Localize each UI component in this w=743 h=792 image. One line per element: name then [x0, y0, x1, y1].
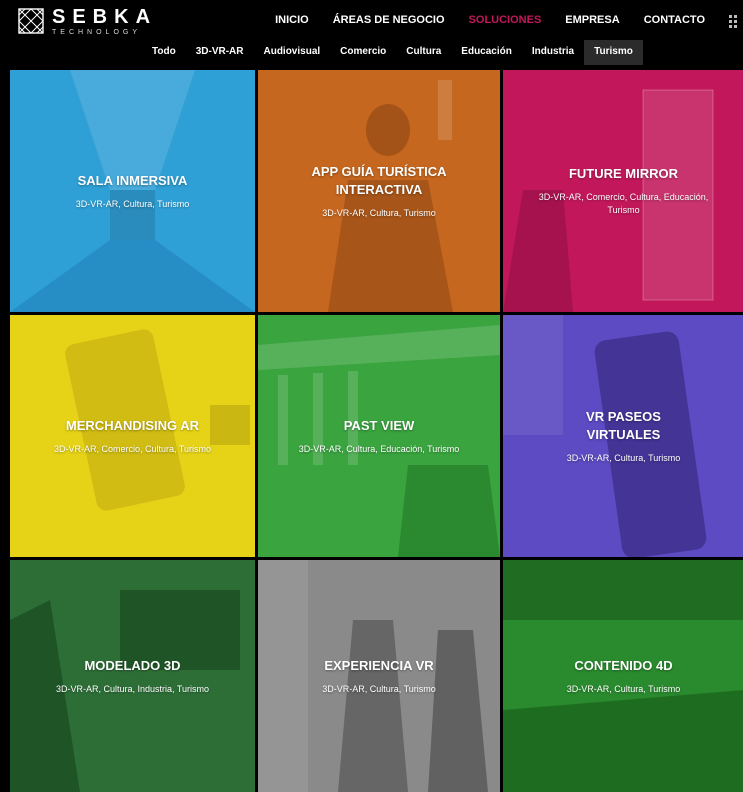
- tile-vr-paseos-virtuales[interactable]: VR PASEOS VIRTUALES 3D-VR-AR, Cultura, T…: [503, 315, 743, 557]
- menu-grid-icon[interactable]: [729, 15, 737, 28]
- tile-sala-inmersiva[interactable]: SALA INMERSIVA 3D-VR-AR, Cultura, Turism…: [10, 70, 255, 312]
- tile-contenido-4d[interactable]: CONTENIDO 4D 3D-VR-AR, Cultura, Turismo: [503, 560, 743, 792]
- tile-tags: 3D-VR-AR, Cultura, Educación, Turismo: [298, 443, 460, 454]
- filter-3d-vr-ar[interactable]: 3D-VR-AR: [186, 40, 254, 65]
- tile-modelado-3d[interactable]: MODELADO 3D 3D-VR-AR, Cultura, Industria…: [10, 560, 255, 792]
- tile-background: [10, 70, 255, 312]
- sebka-logo[interactable]: SEBKA TECHNOLOGY: [18, 6, 157, 36]
- tile-past-view[interactable]: PAST VIEW 3D-VR-AR, Cultura, Educación, …: [258, 315, 500, 557]
- top-navigation-bar: SEBKA TECHNOLOGY INICIO ÁREAS DE NEGOCIO…: [0, 0, 743, 40]
- filter-industria[interactable]: Industria: [522, 40, 584, 65]
- tile-tags: 3D-VR-AR, Cultura, Turismo: [566, 452, 681, 463]
- category-filter-bar: Todo 3D-VR-AR Audiovisual Comercio Cultu…: [0, 40, 743, 66]
- filter-cultura[interactable]: Cultura: [396, 40, 451, 65]
- tile-title: FUTURE MIRROR: [568, 166, 679, 181]
- tile-tags: 3D-VR-AR, Comercio, Cultura, Educación, …: [538, 192, 709, 215]
- main-menu: INICIO ÁREAS DE NEGOCIO SOLUCIONES EMPRE…: [275, 0, 743, 40]
- tile-background: [503, 560, 743, 792]
- filter-todo[interactable]: Todo: [142, 40, 186, 65]
- tile-title: APP GUÍA TURÍSTICA INTERACTIVA: [311, 163, 447, 197]
- tile-background: [258, 315, 500, 557]
- nav-soluciones[interactable]: SOLUCIONES: [469, 14, 542, 26]
- tile-tags: 3D-VR-AR, Cultura, Turismo: [322, 207, 436, 218]
- filter-turismo[interactable]: Turismo: [584, 40, 643, 65]
- solutions-grid: SALA INMERSIVA 3D-VR-AR, Cultura, Turism…: [10, 70, 743, 792]
- nav-inicio[interactable]: INICIO: [275, 14, 309, 26]
- tile-title: EXPERIENCIA VR: [324, 657, 434, 673]
- tile-app-guia-turistica[interactable]: APP GUÍA TURÍSTICA INTERACTIVA 3D-VR-AR,…: [258, 70, 500, 312]
- tile-title: CONTENIDO 4D: [574, 657, 673, 673]
- tile-title: MODELADO 3D: [84, 657, 181, 673]
- tile-tags: 3D-VR-AR, Cultura, Industria, Turismo: [55, 683, 210, 694]
- tile-title: SALA INMERSIVA: [77, 172, 188, 188]
- nav-contacto[interactable]: CONTACTO: [644, 14, 705, 26]
- logo-subtitle: TECHNOLOGY: [52, 28, 142, 36]
- logo-brand: SEBKA: [52, 5, 158, 28]
- tile-future-mirror[interactable]: FUTURE MIRROR 3D-VR-AR, Comercio, Cultur…: [503, 70, 743, 312]
- tile-background: [258, 560, 500, 792]
- tile-merchandising-ar[interactable]: MERCHANDISING AR 3D-VR-AR, Comercio, Cul…: [10, 315, 255, 557]
- tile-tags: 3D-VR-AR, Comercio, Cultura, Turismo: [53, 443, 212, 454]
- logo-mark-icon: [18, 8, 44, 34]
- filter-educacion[interactable]: Educación: [451, 40, 522, 65]
- tile-tags: 3D-VR-AR, Cultura, Turismo: [75, 198, 190, 209]
- tile-experiencia-vr[interactable]: EXPERIENCIA VR 3D-VR-AR, Cultura, Turism…: [258, 560, 500, 792]
- tile-title: VR PASEOS VIRTUALES: [586, 408, 661, 442]
- tile-tags: 3D-VR-AR, Cultura, Turismo: [322, 683, 436, 694]
- nav-empresa[interactable]: EMPRESA: [565, 14, 619, 26]
- filter-audiovisual[interactable]: Audiovisual: [253, 40, 330, 65]
- tile-background: [10, 560, 255, 792]
- tile-title: PAST VIEW: [343, 417, 415, 433]
- tile-tags: 3D-VR-AR, Cultura, Turismo: [566, 683, 681, 694]
- tile-title: MERCHANDISING AR: [65, 417, 200, 433]
- filter-comercio[interactable]: Comercio: [330, 40, 396, 65]
- tile-background: [10, 315, 255, 557]
- nav-areas-de-negocio[interactable]: ÁREAS DE NEGOCIO: [333, 14, 445, 26]
